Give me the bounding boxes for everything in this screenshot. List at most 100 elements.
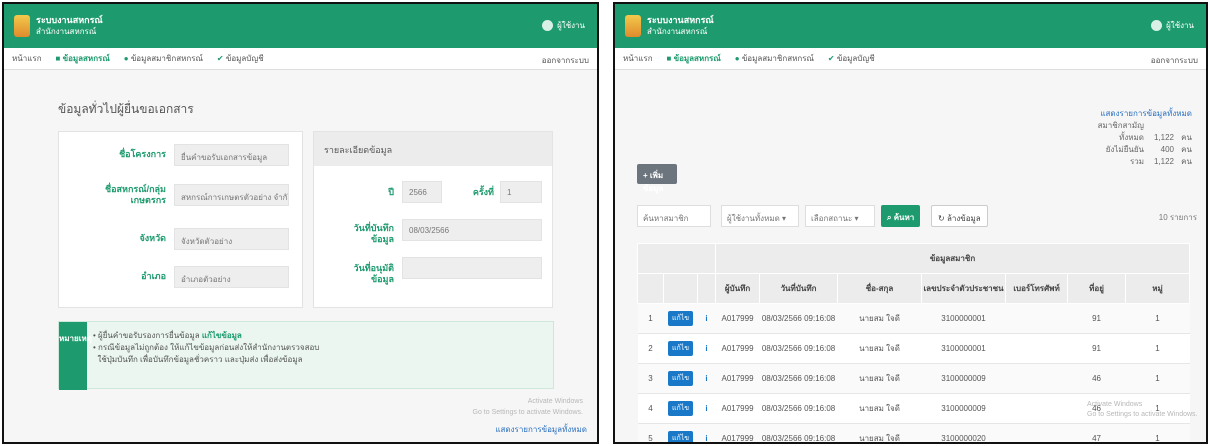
search-input[interactable]: ค้นหาสมาชิก <box>637 205 711 227</box>
edit-cell: แก้ไข <box>663 333 698 364</box>
brand-line2: สำนักงานสหกรณ์ <box>36 27 97 36</box>
check-icon: ✔ <box>216 54 226 63</box>
show-all-link[interactable]: แสดงรายการข้อมูลทั้งหมด <box>1084 108 1192 120</box>
add-data-button[interactable]: + เพิ่มข้อมูล <box>637 164 677 193</box>
form-label: ชื่อสหกรณ์/กลุ่มเกษตรกร <box>105 184 166 205</box>
year-field[interactable]: 2566 <box>402 181 442 203</box>
logo-icon <box>14 15 30 37</box>
nav-item-coop[interactable]: ■ ข้อมูลสหกรณ์ <box>667 52 721 65</box>
table-row[interactable]: 2 แก้ไข i A017999 08/03/2566 09:16:08 นา… <box>637 333 1190 364</box>
cell-moo: 1 <box>1125 333 1190 364</box>
province-field[interactable]: จังหวัดตัวอย่าง <box>174 228 289 250</box>
approve-label: วันที่อนุมัติข้อมูล <box>353 263 394 284</box>
edit-link[interactable]: แก้ไขข้อมูล <box>202 331 242 340</box>
column-header[interactable]: เลขประจำตัวประชาชน <box>921 273 1007 304</box>
form-card: ชื่อโครงการ ยื่นคำขอรับเอกสารข้อมูล ชื่อ… <box>58 131 303 308</box>
left-screenshot-panel: ระบบงานสหกรณ์ สำนักงานสหกรณ์ ผู้ใช้งาน ห… <box>2 2 599 444</box>
column-header[interactable]: ที่อยู่ <box>1067 273 1127 304</box>
cell-recorder: A017999 <box>715 303 760 334</box>
column-header[interactable]: หมู่ <box>1125 273 1191 304</box>
status-select[interactable]: เลือกสถานะ ▾ <box>805 205 875 227</box>
edit-button[interactable]: แก้ไข <box>667 401 694 416</box>
cell-address: 91 <box>1067 303 1126 334</box>
nav-dot-icon: ● <box>123 54 131 63</box>
summary-row: ยังไม่ยืนยัน 400 คน <box>1084 144 1192 156</box>
project-field[interactable]: ยื่นคำขอรับเอกสารข้อมูล <box>174 144 289 166</box>
form-row: ชื่อโครงการ ยื่นคำขอรับเอกสารข้อมูล <box>59 144 302 166</box>
cell-date: 08/03/2566 09:16:08 <box>759 303 838 334</box>
form-row: ชื่อสหกรณ์/กลุ่มเกษตรกร สหกรณ์การเกษตรตั… <box>59 184 302 206</box>
table-row[interactable]: 1 แก้ไข i A017999 08/03/2566 09:16:08 นา… <box>637 303 1190 334</box>
date-label: วันที่บันทึกข้อมูล <box>353 223 394 244</box>
table-row[interactable]: 5 แก้ไข i A017999 08/03/2566 09:16:08 นา… <box>637 423 1190 442</box>
edit-cell: แก้ไข <box>663 393 698 424</box>
nav-dot-icon: ■ <box>666 54 674 63</box>
column-header[interactable]: เบอร์โทรศัพท์ <box>1005 273 1069 304</box>
chevron-down-icon: ▾ <box>782 214 787 223</box>
edit-button[interactable]: แก้ไข <box>667 311 694 326</box>
user-menu[interactable]: ผู้ใช้งาน <box>542 19 585 32</box>
coop-name-field[interactable]: สหกรณ์การเกษตรตัวอย่าง จำกัด <box>174 184 289 206</box>
cell-moo: 1 <box>1125 363 1190 394</box>
summary-unit: คน <box>1181 157 1192 166</box>
info-icon[interactable]: i <box>705 374 707 383</box>
user-menu[interactable]: ผู้ใช้งาน <box>1151 19 1194 32</box>
no-label: ครั้งที่ <box>472 187 494 197</box>
filter-bar: ค้นหาสมาชิก ผู้ใช้งานทั้งหมด ▾ เลือกสถาน… <box>637 205 1197 227</box>
column-header[interactable]: ผู้บันทึก <box>715 273 761 304</box>
logo-icon <box>625 15 641 37</box>
no-field[interactable]: 1 <box>500 181 542 203</box>
cell-address: 46 <box>1067 363 1126 394</box>
nav-item-account[interactable]: ✔ ข้อมูลบัญชี <box>217 52 264 65</box>
info-icon[interactable]: i <box>705 344 707 353</box>
edit-button[interactable]: แก้ไข <box>667 431 694 442</box>
nav-logout[interactable]: ออกจากระบบ <box>1151 54 1198 67</box>
search-button[interactable]: ⌕ ค้นหา <box>881 205 921 227</box>
edit-button[interactable]: แก้ไข <box>667 341 694 356</box>
nav-item-account[interactable]: ✔ ข้อมูลบัญชี <box>828 52 875 65</box>
nav-item-members[interactable]: ● ข้อมูลสมาชิกสหกรณ์ <box>735 52 814 65</box>
info-icon[interactable]: i <box>705 434 707 442</box>
approve-field[interactable] <box>402 257 542 279</box>
user-name: ผู้ใช้งาน <box>557 21 585 30</box>
show-all-link[interactable]: แสดงรายการข้อมูลทั้งหมด <box>495 423 587 436</box>
form-row: อำเภอ อำเภอตัวอย่าง <box>59 266 302 288</box>
nav-item-coop-label: ข้อมูลสหกรณ์ <box>673 54 721 63</box>
nav-logout[interactable]: ออกจากระบบ <box>542 54 589 67</box>
reset-button[interactable]: ↻ ล้างข้อมูล <box>931 205 988 227</box>
brand[interactable]: ระบบงานสหกรณ์ สำนักงานสหกรณ์ <box>647 15 714 37</box>
column-header[interactable]: วันที่บันทึก <box>759 273 839 304</box>
nav-home[interactable]: หน้าแรก <box>623 52 653 65</box>
nav-dot-icon: ■ <box>55 54 63 63</box>
table-group-header-row: ข้อมูลสมาชิก <box>636 243 1191 274</box>
cell-date: 08/03/2566 09:16:08 <box>759 393 838 424</box>
cell-name: นายสม ใจดี <box>837 333 922 364</box>
info-icon[interactable]: i <box>705 314 707 323</box>
notice-box: หมายเหตุ • ผู้ยื่นคำขอรับรองการยื่นข้อมู… <box>58 321 554 390</box>
notice-badge: หมายเหตุ <box>59 322 92 390</box>
column-header[interactable]: ชื่อ-สกุล <box>837 273 923 304</box>
brand[interactable]: ระบบงานสหกรณ์ สำนักงานสหกรณ์ <box>36 15 103 37</box>
activate-windows-watermark: Activate Windows Go to Settings to activ… <box>473 396 584 418</box>
info-icon[interactable]: i <box>705 404 707 413</box>
nav-home[interactable]: หน้าแรก <box>12 52 42 65</box>
cell-pid: 3100000009 <box>921 393 1006 424</box>
table-header-row: ผู้บันทึก วันที่บันทึก ชื่อ-สกุล เลขประจ… <box>637 273 1191 304</box>
notice-line2: กรณีข้อมูลไม่ถูกต้อง ให้แก้ไขข้อมูลก่อนส… <box>98 343 320 352</box>
nav-item-members[interactable]: ● ข้อมูลสมาชิกสหกรณ์ <box>124 52 203 65</box>
year-label: ปี <box>388 187 394 197</box>
row-number: 2 <box>637 333 664 364</box>
district-field[interactable]: อำเภอตัวอย่าง <box>174 266 289 288</box>
user-select[interactable]: ผู้ใช้งานทั้งหมด ▾ <box>721 205 799 227</box>
cell-phone <box>1005 363 1068 394</box>
cell-moo: 1 <box>1125 303 1190 334</box>
cell-phone <box>1005 423 1068 442</box>
nav-item-coop[interactable]: ■ ข้อมูลสหกรณ์ <box>56 52 110 65</box>
edit-button[interactable]: แก้ไข <box>667 371 694 386</box>
watermark-line1: Activate Windows <box>1087 401 1143 408</box>
per-page-select[interactable]: 10 รายการ <box>1159 211 1197 224</box>
table-row[interactable]: 3 แก้ไข i A017999 08/03/2566 09:16:08 นา… <box>637 363 1190 394</box>
nav-item-account-label: ข้อมูลบัญชี <box>225 54 264 63</box>
cell-pid: 3100000020 <box>921 423 1006 442</box>
date-field[interactable]: 08/03/2566 <box>402 219 542 241</box>
